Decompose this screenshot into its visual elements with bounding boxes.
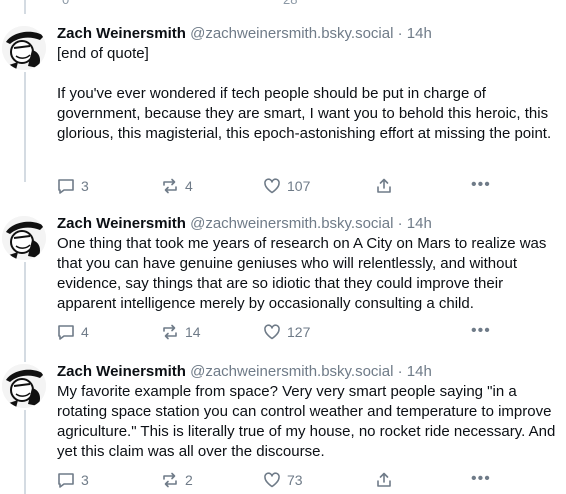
reply-count: 3 [81, 178, 89, 194]
post-time[interactable]: 14h [407, 215, 432, 232]
author-handle[interactable]: @zachweinersmith.bsky.social [190, 215, 393, 232]
thread-line [24, 72, 26, 182]
like-button[interactable]: 107 [263, 176, 310, 196]
like-count-partial: 28 [283, 0, 297, 7]
repost-icon [163, 178, 177, 194]
reply-icon [58, 325, 74, 340]
thread-line [24, 410, 26, 494]
post-actions: 4 14 127 ••• [57, 322, 497, 342]
repost-count: 14 [185, 324, 201, 340]
post-content: Zach Weinersmith @zachweinersmith.bsky.s… [57, 24, 557, 144]
more-options-icon[interactable]: ••• [471, 470, 491, 488]
thread-line [24, 0, 26, 14]
heart-icon [264, 324, 280, 340]
reply-button[interactable]: 4 [57, 322, 89, 342]
avatar-portrait-icon [2, 26, 46, 70]
avatar[interactable] [2, 364, 46, 408]
author-name[interactable]: Zach Weinersmith [57, 25, 186, 42]
more-options-icon[interactable]: ••• [471, 176, 491, 194]
like-count: 107 [287, 178, 311, 194]
separator-dot: · [397, 25, 403, 42]
repost-count: 4 [185, 178, 193, 194]
post-text: My favorite example from space? Very ver… [57, 383, 560, 460]
post-time[interactable]: 14h [407, 25, 432, 42]
post-text: [end of quote] If you've ever wondered i… [57, 45, 552, 142]
post-actions: 3 4 107 ••• [57, 176, 497, 196]
post-header: Zach Weinersmith @zachweinersmith.bsky.s… [57, 24, 557, 44]
heart-icon [264, 178, 280, 194]
avatar[interactable] [2, 216, 46, 260]
repost-button[interactable]: 2 [161, 470, 193, 490]
like-button[interactable]: 127 [263, 322, 310, 342]
post-header: Zach Weinersmith @zachweinersmith.bsky.s… [57, 362, 557, 382]
like-button[interactable]: 73 [263, 470, 303, 490]
post-text: One thing that took me years of research… [57, 235, 551, 312]
heart-icon [264, 472, 280, 488]
avatar[interactable] [2, 26, 46, 70]
post-actions: 3 2 73 ••• [57, 470, 497, 490]
post-content: Zach Weinersmith @zachweinersmith.bsky.s… [57, 214, 557, 314]
avatar-portrait-icon [2, 364, 46, 408]
repost-icon [163, 324, 177, 340]
reply-count-partial: 0 [62, 0, 69, 7]
like-count: 127 [287, 324, 311, 340]
author-name[interactable]: Zach Weinersmith [57, 215, 186, 232]
reply-button[interactable]: 3 [57, 470, 89, 490]
share-button[interactable] [375, 470, 393, 490]
reply-icon [58, 473, 74, 488]
reply-icon [58, 179, 74, 194]
author-handle[interactable]: @zachweinersmith.bsky.social [190, 25, 393, 42]
post-time[interactable]: 14h [407, 363, 432, 380]
repost-count: 2 [185, 472, 193, 488]
reply-count: 4 [81, 324, 89, 340]
author-name[interactable]: Zach Weinersmith [57, 363, 186, 380]
share-button[interactable] [375, 176, 393, 196]
thread-line [24, 262, 26, 362]
avatar-portrait-icon [2, 216, 46, 260]
share-icon [377, 178, 391, 193]
post-header: Zach Weinersmith @zachweinersmith.bsky.s… [57, 214, 557, 234]
share-icon [377, 472, 391, 487]
repost-icon [163, 472, 177, 488]
reply-button[interactable]: 3 [57, 176, 89, 196]
more-options-icon[interactable]: ••• [471, 322, 491, 340]
post[interactable]: Zach Weinersmith @zachweinersmith.bsky.s… [0, 24, 566, 182]
reply-count: 3 [81, 472, 89, 488]
separator-dot: · [397, 215, 403, 232]
author-handle[interactable]: @zachweinersmith.bsky.social [190, 363, 393, 380]
repost-button[interactable]: 4 [161, 176, 193, 196]
repost-button[interactable]: 14 [161, 322, 201, 342]
previous-post-partial: 0 28 [0, 0, 566, 14]
separator-dot: · [397, 363, 403, 380]
post-content: Zach Weinersmith @zachweinersmith.bsky.s… [57, 362, 557, 462]
like-count: 73 [287, 472, 303, 488]
